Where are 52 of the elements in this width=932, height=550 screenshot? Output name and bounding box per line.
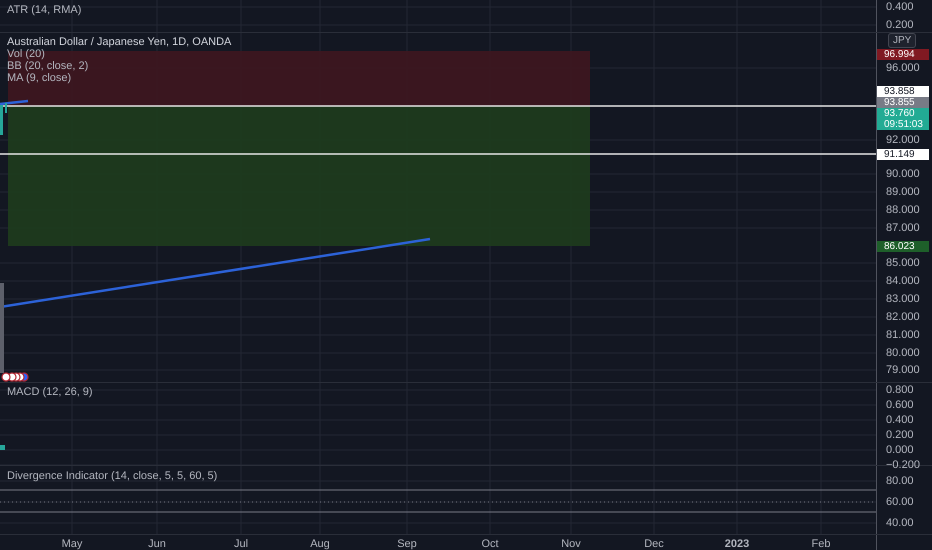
time-label: Nov xyxy=(561,538,581,550)
indicator-title: MACD (12, 26, 9) xyxy=(7,386,93,398)
price-tag: 93.858 xyxy=(877,86,929,97)
axis-label: 82.000 xyxy=(886,311,920,323)
axis-label: 81.000 xyxy=(886,329,920,341)
histogram-bar xyxy=(0,445,5,450)
price-tag: 86.023 xyxy=(877,241,929,252)
time-label: Dec xyxy=(644,538,664,550)
time-label: May xyxy=(62,538,82,550)
axis-label: 84.000 xyxy=(886,275,920,287)
axis-label: 0.000 xyxy=(886,444,914,456)
time-label: Aug xyxy=(310,538,330,550)
axis-label: 90.000 xyxy=(886,168,920,180)
axis-label: 0.600 xyxy=(886,399,914,411)
axis-label: 85.000 xyxy=(886,257,920,269)
time-label: Oct xyxy=(481,538,499,550)
time-label: Jul xyxy=(234,538,248,550)
axis-label: 40.00 xyxy=(886,517,914,529)
axis-label: 79.000 xyxy=(886,364,920,376)
axis-label: 0.400 xyxy=(886,1,914,13)
indicator-title: BB (20, close, 2) xyxy=(7,60,88,72)
axis-label: 96.000 xyxy=(886,62,920,74)
indicator-title: MA (9, close) xyxy=(7,72,72,84)
time-label: 2023 xyxy=(724,538,750,550)
price-tag: 93.855 xyxy=(877,97,929,108)
indicator-title: Divergence Indicator (14, close, 5, 5, 60, 5) xyxy=(7,470,218,482)
indicator-title: ATR (14, RMA) xyxy=(7,4,82,16)
axis-label: 89.000 xyxy=(886,186,920,198)
chart-title: Australian Dollar / Japanese Yen, 1D, OANDA xyxy=(7,36,232,48)
price-tag: 96.994 xyxy=(877,49,929,60)
countdown-timer: 09:51:03 xyxy=(884,119,924,130)
time-label: Feb xyxy=(812,538,830,550)
axis-label: 0.200 xyxy=(886,19,914,31)
axis-label: 83.000 xyxy=(886,293,920,305)
axis-label: 0.400 xyxy=(886,414,914,426)
time-label: Jun xyxy=(148,538,166,550)
axis-label: 87.000 xyxy=(886,222,920,234)
price-tag: 91.149 xyxy=(877,149,929,160)
indicator-title: Vol (20) xyxy=(7,48,45,60)
axis-label: 88.000 xyxy=(886,204,920,216)
axis-label: 60.00 xyxy=(886,496,914,508)
price-value: 93.760 xyxy=(884,108,916,119)
axis-label: 92.000 xyxy=(886,134,920,146)
axis-label: 0.800 xyxy=(886,384,914,396)
currency-label: JPY xyxy=(888,33,916,48)
axis-label: 0.200 xyxy=(886,429,914,441)
axis-label: 80.00 xyxy=(886,475,914,487)
axis-label: 80.000 xyxy=(886,347,920,359)
axis-label: −0.200 xyxy=(886,459,920,471)
trend-line xyxy=(0,100,28,106)
marker-drawing xyxy=(1,372,29,382)
time-label: Sep xyxy=(397,538,417,550)
